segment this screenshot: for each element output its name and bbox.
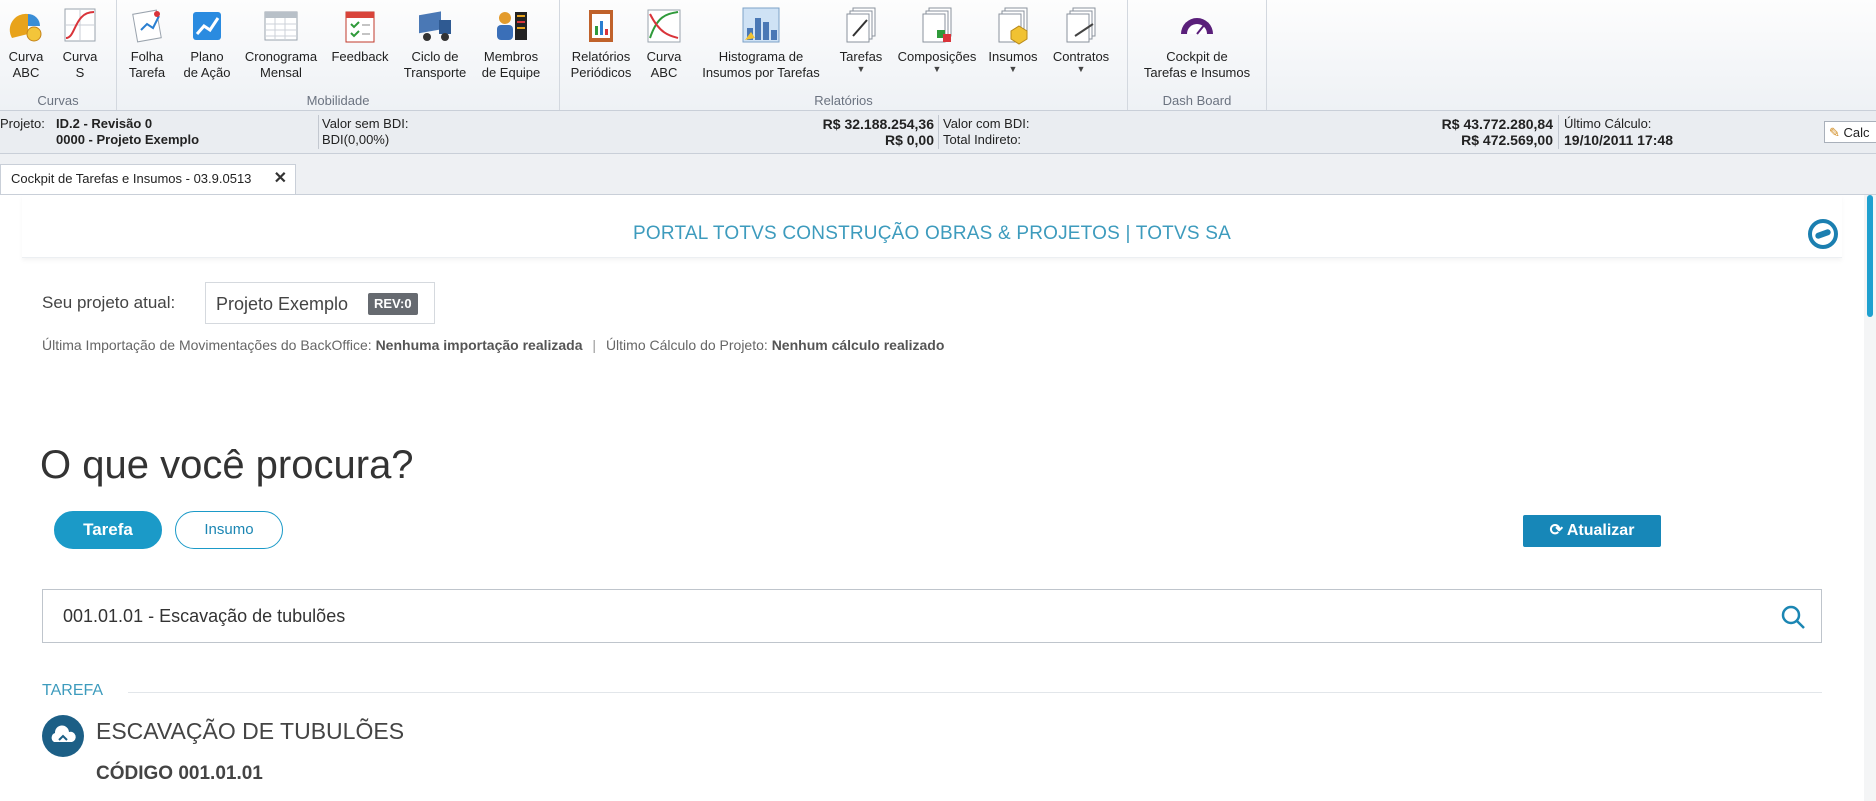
ribbon-group-dashboard: Cockpit de Tarefas e Insumos Dash Board [1128, 0, 1267, 110]
folha-tarefa-button[interactable]: Folha Tarefa [125, 4, 169, 81]
current-project-name: Projeto Exemplo [216, 294, 349, 314]
tab-cockpit[interactable]: Cockpit de Tarefas e Insumos - 03.9.0513… [0, 164, 296, 194]
project-name: 0000 - Projeto Exemplo [56, 132, 200, 147]
valor-com-bdi: R$ 43.772.280,84 [1441, 116, 1553, 132]
search-heading: O que você procura? [40, 443, 414, 487]
group-label-relatorios: Relatórios [814, 93, 873, 108]
vertical-scrollbar[interactable] [1864, 195, 1876, 801]
periodic-reports-icon [589, 10, 613, 42]
contratos-dropdown-caret: ▼ [1076, 64, 1086, 74]
search-input[interactable]: 001.01.01 - Escavação de tubulões [42, 589, 1822, 643]
revision-badge: REV:0 [368, 293, 418, 315]
portal-header: PORTAL TOTVS CONSTRUÇÃO OBRAS & PROJETOS… [22, 195, 1842, 258]
infobar-divider [938, 115, 939, 149]
compositions-report-icon [922, 7, 952, 43]
group-label-dashboard: Dash Board [1162, 93, 1232, 108]
feedback-calendar-icon [345, 11, 375, 43]
insumos-dropdown-caret: ▼ [1008, 64, 1018, 74]
search-icon[interactable] [1779, 603, 1807, 631]
abc-curve-report-icon [647, 9, 681, 43]
abc-curve-icon [9, 13, 42, 42]
task-sheet-icon [132, 9, 162, 43]
task-code: CÓDIGO 001.01.01 [96, 763, 263, 784]
plano-de-acao-button[interactable]: Plano de Ação [181, 4, 233, 81]
ciclo-de-transporte-button[interactable]: Ciclo de Transporte [401, 4, 469, 81]
infobar-divider [1558, 115, 1559, 149]
import-status-line: Última Importação de Movimentações do Ba… [42, 337, 944, 353]
composicoes-dropdown-caret: ▼ [932, 64, 942, 74]
search-input-value: 001.01.01 - Escavação de tubulões [63, 606, 346, 626]
ultimo-calculo-value: 19/10/2011 17:48 [1564, 132, 1673, 148]
ribbon-group-curvas: Curva ABC Curva S Curvas [0, 0, 117, 110]
bdi-value: R$ 0,00 [884, 132, 934, 148]
ribbon-group-mobilidade: Folha Tarefa Plano de Ação Cronograma Me… [117, 0, 560, 110]
section-divider [128, 692, 1822, 693]
curva-abc-button[interactable]: Curva ABC [4, 4, 48, 81]
s-curve-icon [64, 8, 96, 42]
calc-button[interactable]: ✎ Calc [1824, 121, 1876, 143]
portal-title: PORTAL TOTVS CONSTRUÇÃO OBRAS & PROJETOS… [633, 223, 1231, 244]
project-info-bar: Projeto: ID.2 - Revisão 0 0000 - Projeto… [0, 111, 1876, 154]
infobar-divider [318, 115, 319, 149]
total-indireto-label: Total Indireto: [943, 132, 1022, 147]
separator: | [592, 337, 597, 353]
composicoes-report-button[interactable]: Composições ▼ [896, 4, 978, 74]
inputs-report-icon [998, 7, 1028, 45]
bdi-label: BDI(0,00%) [322, 132, 390, 147]
total-indireto: R$ 472.569,00 [1461, 132, 1553, 148]
insumos-report-button[interactable]: Insumos ▼ [986, 4, 1040, 74]
valor-sem-bdi-label: Valor sem BDI: [322, 116, 409, 131]
valor-com-bdi-label: Valor com BDI: [943, 116, 1030, 131]
team-members-icon [497, 12, 527, 40]
action-plan-icon [193, 12, 221, 40]
contracts-report-icon [1066, 7, 1096, 43]
relatorios-periodicos-button[interactable]: Relatórios Periódicos [570, 4, 632, 81]
membros-de-equipe-button[interactable]: Membros de Equipe [481, 4, 541, 81]
totvs-logo-icon[interactable] [1808, 219, 1838, 249]
group-label-mobilidade: Mobilidade [306, 93, 370, 108]
histogram-icon [742, 7, 780, 43]
tasks-report-icon [846, 7, 876, 43]
calc-label: Último Cálculo do Projeto: [605, 337, 768, 353]
filter-tarefa-button[interactable]: Tarefa [54, 511, 162, 549]
feedback-button[interactable]: Feedback [329, 4, 391, 65]
filter-insumo-button[interactable]: Insumo [175, 511, 283, 549]
tab-label: Cockpit de Tarefas e Insumos - 03.9.0513 [11, 171, 252, 186]
histograma-button[interactable]: Histograma de Insumos por Tarefas [696, 4, 826, 81]
refresh-icon: ⟳ [1549, 522, 1563, 539]
current-project-box: Projeto Exemplo REV:0 [205, 282, 435, 324]
cronograma-mensal-button[interactable]: Cronograma Mensal [243, 4, 319, 81]
task-title: ESCAVAÇÃO DE TUBULÕES [96, 718, 405, 744]
project-label: Projeto: [0, 116, 45, 131]
ultimo-calculo-label: Último Cálculo: [1564, 116, 1652, 131]
document-tab-strip: Cockpit de Tarefas e Insumos - 03.9.0513… [0, 154, 1876, 195]
import-value: Nenhuma importação realizada [375, 337, 583, 353]
portal-content: PORTAL TOTVS CONSTRUÇÃO OBRAS & PROJETOS… [0, 195, 1862, 801]
close-icon[interactable]: ✕ [274, 165, 287, 193]
refresh-button[interactable]: ⟳ Atualizar [1523, 515, 1661, 547]
curva-s-button[interactable]: Curva S [58, 4, 102, 81]
import-label: Última Importação de Movimentações do Ba… [42, 337, 372, 353]
contratos-report-button[interactable]: Contratos ▼ [1048, 4, 1114, 74]
cockpit-gauge-icon [1181, 18, 1213, 35]
tarefas-report-button[interactable]: Tarefas ▼ [834, 4, 888, 74]
curva-abc-report-button[interactable]: Curva ABC [642, 4, 686, 81]
calculator-icon: ✎ [1829, 125, 1840, 140]
cockpit-button[interactable]: Cockpit de Tarefas e Insumos [1134, 4, 1260, 81]
ribbon-toolbar: Curva ABC Curva S Curvas Folha Tarefa Pl… [0, 0, 1876, 111]
task-cloud-icon [42, 715, 84, 757]
calc-value: Nenhum cálculo realizado [771, 337, 945, 353]
scrollbar-thumb[interactable] [1867, 195, 1873, 317]
monthly-schedule-icon [264, 11, 298, 41]
tarefas-dropdown-caret: ▼ [856, 64, 866, 74]
group-label-curvas: Curvas [37, 93, 79, 108]
current-project-label: Seu projeto atual: [42, 293, 176, 312]
section-label-tarefa: TAREFA [42, 682, 104, 699]
ribbon-group-relatorios: Relatórios Periódicos Curva ABC Histogra… [560, 0, 1128, 110]
project-id: ID.2 - Revisão 0 [56, 116, 153, 131]
truck-icon [419, 11, 451, 41]
valor-sem-bdi: R$ 32.188.254,36 [822, 116, 934, 132]
